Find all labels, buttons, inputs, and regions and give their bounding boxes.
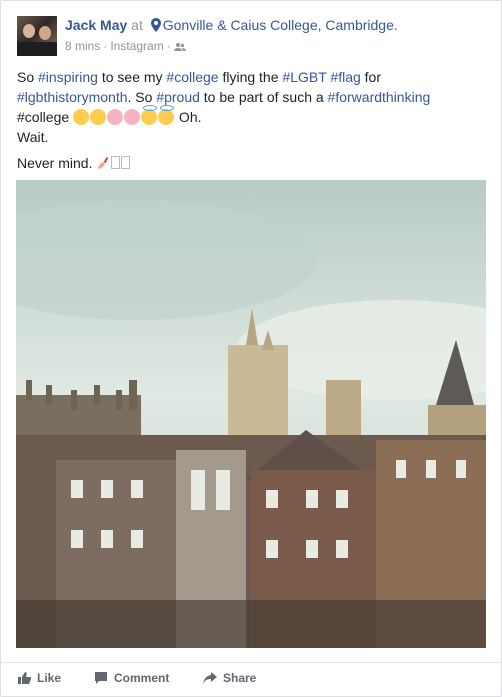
comment-icon bbox=[95, 672, 107, 684]
share-button[interactable]: Share bbox=[203, 671, 256, 685]
smiling-face-icon bbox=[90, 109, 107, 125]
post-photo[interactable] bbox=[16, 180, 486, 648]
heart-eyes-face-icon bbox=[124, 109, 141, 125]
avatar[interactable] bbox=[17, 16, 57, 56]
location-link[interactable]: Gonville & Caius College, Cambridge. bbox=[163, 17, 398, 33]
heart-eyes-face-icon bbox=[107, 109, 124, 125]
smiling-face-icon bbox=[73, 109, 90, 125]
thumbs-up-icon bbox=[18, 672, 32, 684]
nail-polish-icon bbox=[98, 156, 109, 169]
hashtag-forwardthinking[interactable]: #forwardthinking bbox=[328, 89, 431, 105]
hashtag-proud[interactable]: #proud bbox=[156, 89, 200, 105]
author-name[interactable]: Jack May bbox=[65, 17, 127, 33]
timestamp[interactable]: 8 mins bbox=[65, 39, 100, 53]
post-meta: 8 mins · Instagram · bbox=[65, 39, 186, 53]
halo-face-icon bbox=[141, 105, 158, 125]
text-wait: Wait. bbox=[17, 129, 49, 145]
location-pin-icon bbox=[150, 18, 161, 32]
comment-button[interactable]: Comment bbox=[94, 671, 169, 685]
hashtag-flag[interactable]: #flag bbox=[330, 69, 360, 85]
friends-audience-icon[interactable] bbox=[173, 42, 186, 52]
post-card: Jack May at Gonville & Caius College, Ca… bbox=[0, 0, 502, 697]
cambridge-skyline-photo bbox=[16, 180, 486, 648]
at-label: at bbox=[131, 17, 143, 33]
post-header: Jack May at Gonville & Caius College, Ca… bbox=[65, 17, 398, 33]
action-bar: Like Comment Share bbox=[1, 662, 501, 697]
text-never-mind: Never mind. bbox=[17, 155, 93, 171]
source-app[interactable]: Instagram bbox=[110, 39, 163, 53]
share-arrow-icon bbox=[203, 672, 217, 684]
hashtag-lgbt[interactable]: #LGBT bbox=[282, 69, 326, 85]
post-text: So #inspiring to see my #college flying … bbox=[17, 69, 431, 171]
hashtag-lgbthistorymonth[interactable]: #lgbthistorymonth bbox=[17, 89, 128, 105]
hashtag-college[interactable]: #college bbox=[166, 69, 218, 85]
like-button[interactable]: Like bbox=[17, 671, 61, 685]
halo-face-icon bbox=[158, 105, 175, 125]
hashtag-inspiring[interactable]: #inspiring bbox=[38, 69, 98, 85]
